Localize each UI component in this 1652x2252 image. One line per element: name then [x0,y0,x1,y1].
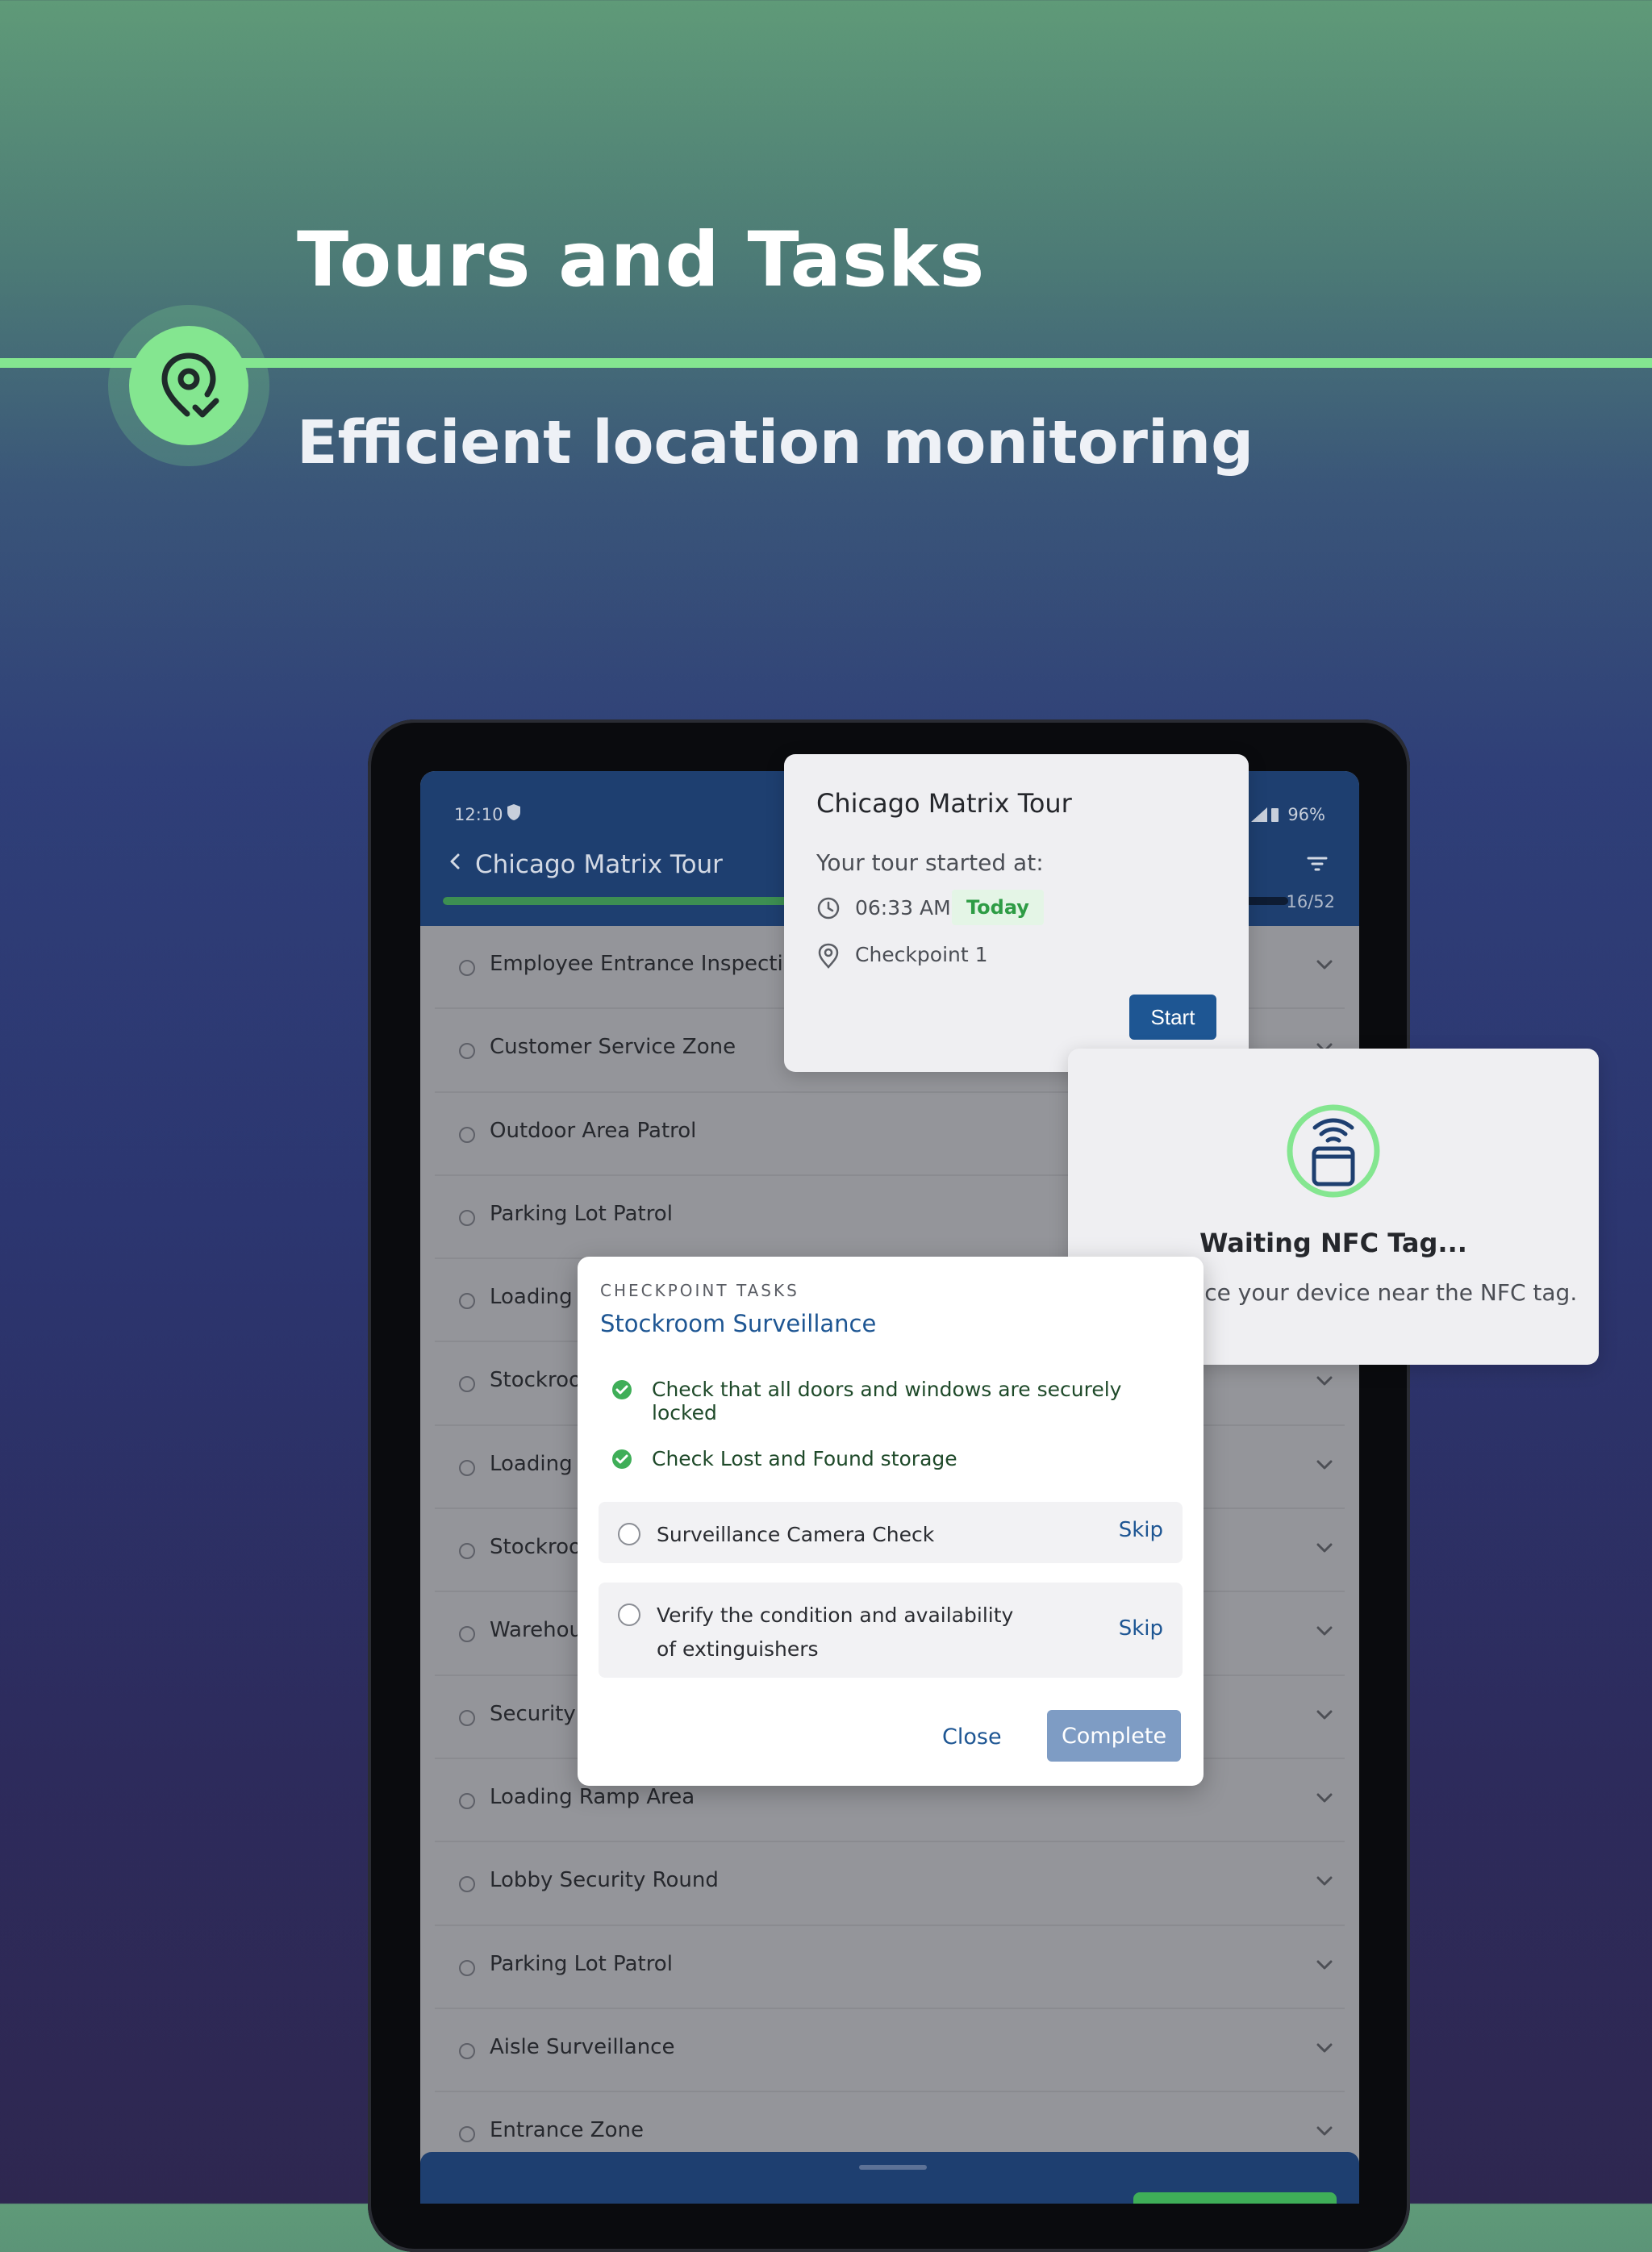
skip-button[interactable]: Skip [1119,1518,1163,1542]
complete-button[interactable]: Complete [1047,1710,1181,1762]
checkpoint-label: Employee Entrance Inspection [490,952,810,976]
chevron-down-icon[interactable] [1316,1458,1333,1474]
tour-start-time: 06:33 AM [855,896,951,920]
check-circle-icon [611,1379,632,1403]
chevron-down-icon[interactable] [1316,2125,1333,2140]
checkpoint-status-radio [459,2126,475,2143]
checkpoint-status-radio [459,1293,475,1310]
hero-title: Tours and Tasks [297,216,986,304]
checkpoint-row[interactable]: Lobby Security Round [435,1842,1345,1926]
clock-icon [816,896,841,924]
start-button[interactable]: Start [1129,995,1216,1040]
task-label: Check that all doors and windows are sec… [652,1378,1122,1424]
checkpoint-status-radio [459,1709,475,1726]
checkpoint-status-radio [459,960,475,976]
checkpoint-status-radio [459,1876,475,1893]
task-open-item[interactable]: Surveillance Camera Check Skip [599,1502,1183,1563]
bottom-sheet[interactable] [420,2152,1359,2204]
tour-start-card: Chicago Matrix Tour Your tour started at… [784,754,1249,1072]
checkpoint-label: Customer Service Zone [490,1035,736,1060]
location-pin-icon [816,943,841,972]
chevron-down-icon[interactable] [1316,1541,1333,1557]
checkpoint-status-radio [459,1376,475,1393]
back-arrow-icon[interactable] [446,852,465,874]
chevron-down-icon[interactable] [1316,1374,1333,1390]
tour-started-label: Your tour started at: [816,849,1044,876]
task-radio[interactable] [618,1604,640,1626]
checkpoint-status-radio [459,1043,475,1060]
checkpoint-row[interactable]: Aisle Surveillance [435,2009,1345,2093]
checkpoint-label: Lobby Security Round [490,1868,719,1893]
tour-card-title: Chicago Matrix Tour [816,788,1072,819]
shield-icon [506,803,522,824]
chevron-down-icon[interactable] [1316,2041,1333,2057]
chevron-down-icon[interactable] [1316,1958,1333,1974]
task-done-item[interactable]: Check Lost and Found storage [600,1434,1181,1483]
checkpoint-label: Outdoor Area Patrol [490,1118,697,1143]
chevron-down-icon[interactable] [1316,1708,1333,1724]
checkpoint-status-radio [459,1543,475,1560]
nfc-icon [1286,1103,1381,1202]
screen-title: Chicago Matrix Tour [475,850,723,879]
checkpoint-status-radio [459,2042,475,2059]
checkpoint-status-radio [459,1792,475,1809]
checkpoint-label: Parking Lot Patrol [490,1201,673,1226]
checkpoint-label: Loading Ramp Area [490,1784,695,1809]
checkpoint-label: Entrance Zone [490,2118,644,2143]
today-badge: Today [952,890,1044,925]
tour-progress-count: 16/52 [1286,892,1335,911]
checkpoint-status-radio [459,1626,475,1643]
checkpoint-label: Warehou [490,1618,582,1643]
close-button[interactable]: Close [942,1724,1002,1749]
skip-button[interactable]: Skip [1119,1616,1163,1641]
checkpoint-label: Aisle Surveillance [490,2034,675,2059]
chevron-down-icon[interactable] [1316,958,1333,974]
location-check-icon [129,326,248,445]
task-done-item[interactable]: Check that all doors and windows are sec… [600,1365,1181,1424]
task-label: Verify the condition and availability of… [657,1604,1014,1661]
tour-start-checkpoint: Checkpoint 1 [855,943,988,966]
tasks-title: Stockroom Surveillance [600,1310,877,1337]
checkpoint-row[interactable]: Parking Lot Patrol [435,1926,1345,2009]
sheet-action-button[interactable] [1133,2192,1337,2204]
chevron-down-icon[interactable] [1316,1875,1333,1890]
nfc-title: Waiting NFC Tag... [1199,1228,1467,1258]
filter-icon[interactable] [1306,855,1329,876]
chevron-down-icon[interactable] [1316,1791,1333,1807]
sheet-drag-handle[interactable] [859,2165,927,2170]
task-radio[interactable] [618,1523,640,1545]
tasks-kicker: CHECKPOINT TASKS [600,1281,799,1300]
checkpoint-status-radio [459,1459,475,1476]
checkpoint-status-radio [459,1209,475,1226]
task-open-item[interactable]: Verify the condition and availability of… [599,1583,1183,1678]
battery-level: 96% [1287,805,1325,824]
check-circle-icon [611,1449,632,1473]
status-time: 12:10 [454,805,503,824]
checkpoint-status-radio [459,1959,475,1976]
task-label: Check Lost and Found storage [652,1447,957,1470]
checkpoint-status-radio [459,1126,475,1143]
hero-subtitle: Efficient location monitoring [297,408,1254,478]
checkpoint-label: Parking Lot Patrol [490,1951,673,1976]
checkpoint-tasks-dialog: CHECKPOINT TASKS Stockroom Surveillance … [578,1257,1204,1786]
task-label: Surveillance Camera Check [657,1523,935,1546]
chevron-down-icon[interactable] [1316,1624,1333,1640]
